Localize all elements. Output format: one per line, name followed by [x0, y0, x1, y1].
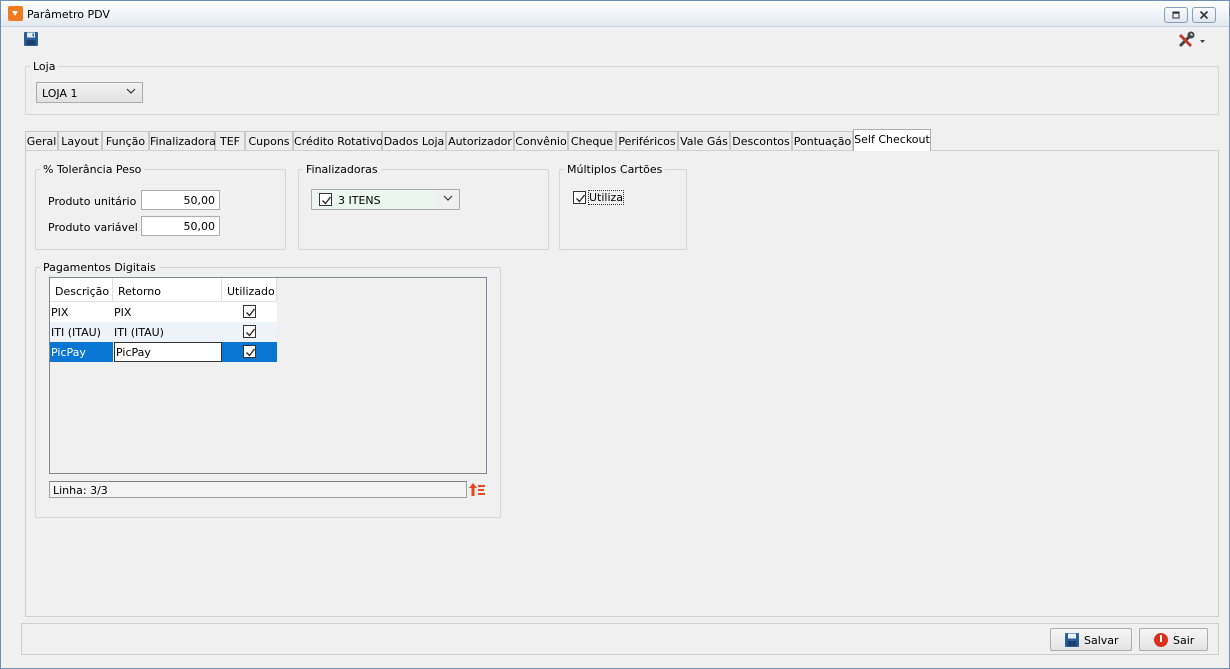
check-icon — [246, 348, 256, 357]
cell-retorno-editor[interactable]: PicPay — [114, 342, 222, 362]
close-button[interactable] — [1192, 7, 1216, 23]
tab-label: Convênio — [515, 135, 567, 148]
tab-funcao[interactable]: Função — [102, 131, 149, 150]
sair-button[interactable]: Sair — [1139, 628, 1208, 651]
tab-tef[interactable]: TEF — [215, 131, 245, 150]
close-icon — [1199, 10, 1209, 20]
cell-descricao[interactable]: PIX — [50, 302, 113, 322]
tab-label: Self Checkout — [854, 133, 930, 146]
produto-unitario-label: Produto unitário — [48, 195, 137, 208]
title-bar: Parâmetro PDV — [1, 1, 1229, 27]
tab-cheque[interactable]: Cheque — [568, 131, 616, 150]
produto-variavel-label: Produto variável — [48, 221, 138, 234]
restore-button[interactable] — [1164, 7, 1188, 23]
tools-icon[interactable] — [1177, 31, 1207, 49]
cell-utilizado[interactable] — [222, 322, 277, 342]
tab-label: TEF — [220, 135, 240, 148]
tab-label: Dados Loja — [383, 135, 445, 148]
chevron-down-icon — [443, 195, 453, 201]
tab-label: Autorizador — [448, 135, 512, 148]
tab-label: Crédito Rotativo — [294, 135, 383, 148]
utilizado-checkbox[interactable] — [243, 325, 256, 338]
save-icon[interactable] — [23, 31, 39, 47]
cell-retorno[interactable]: PIX — [113, 302, 222, 322]
tab-perifericos[interactable]: Periféricos — [616, 131, 678, 150]
loja-legend: Loja — [33, 60, 56, 73]
tab-convenio[interactable]: Convênio — [514, 131, 568, 150]
tab-label: Descontos — [732, 135, 790, 148]
utilizado-checkbox[interactable] — [243, 305, 256, 318]
tab-label: Função — [105, 135, 146, 148]
cell-descricao[interactable]: PicPay — [50, 342, 113, 362]
check-icon — [246, 308, 256, 317]
check-icon — [246, 328, 256, 337]
loja-group: Loja — [25, 60, 1219, 115]
footer-bar: Salvar Sair — [21, 623, 1219, 655]
tab-pontuacao[interactable]: Pontuação — [792, 131, 853, 150]
finalizadoras-checkbox[interactable] — [319, 193, 332, 206]
save-icon — [1065, 633, 1079, 647]
tolerancia-legend: % Tolerância Peso — [43, 163, 142, 176]
salvar-button[interactable]: Salvar — [1050, 628, 1132, 651]
table-row-selected[interactable]: PicPay PicPay — [50, 342, 277, 362]
column-header-descricao[interactable]: Descrição — [50, 278, 113, 302]
cell-utilizado[interactable] — [222, 342, 277, 362]
finalizadoras-legend: Finalizadoras — [306, 163, 378, 176]
tab-credito-rotativo[interactable]: Crédito Rotativo — [293, 131, 383, 150]
check-icon — [576, 194, 586, 203]
column-header-retorno[interactable]: Retorno — [113, 278, 222, 302]
sair-label: Sair — [1173, 634, 1195, 647]
finalizadoras-select-value: 3 ITENS — [338, 194, 381, 207]
restore-icon — [1172, 11, 1180, 19]
grid-status-bar: Linha: 3/3 — [49, 481, 467, 498]
column-header-utilizado[interactable]: Utilizado — [222, 278, 277, 302]
tab-dados-loja[interactable]: Dados Loja — [382, 131, 446, 150]
produto-unitario-input[interactable]: 50,00 — [141, 190, 220, 210]
multiplos-cartoes-legend: Múltiplos Cartões — [567, 163, 663, 176]
utiliza-checkbox[interactable] — [573, 191, 586, 204]
window-title: Parâmetro PDV — [27, 8, 110, 21]
tab-label: Cheque — [570, 135, 614, 148]
app-icon — [8, 6, 23, 21]
tab-label: Layout — [61, 135, 99, 148]
produto-variavel-input[interactable]: 50,00 — [141, 216, 220, 236]
table-row[interactable]: PIX PIX — [50, 302, 277, 322]
check-icon — [322, 196, 332, 205]
tab-self-checkout[interactable]: Self Checkout — [853, 129, 931, 151]
chevron-down-icon — [126, 88, 136, 94]
loja-select[interactable]: LOJA 1 — [36, 82, 143, 103]
utiliza-label[interactable]: Utiliza — [587, 190, 625, 205]
tab-label: Periféricos — [618, 135, 676, 148]
power-icon — [1154, 633, 1168, 647]
tab-finalizadora[interactable]: Finalizadora — [149, 131, 216, 150]
tab-label: Pontuação — [793, 135, 852, 148]
row-counter: Linha: 3/3 — [53, 484, 108, 497]
tab-label: Vale Gás — [680, 135, 728, 148]
tab-vale-gas[interactable]: Vale Gás — [678, 131, 730, 150]
cell-descricao[interactable]: ITI (ITAU) — [50, 322, 113, 342]
tab-geral[interactable]: Geral — [25, 131, 58, 150]
main-window: Parâmetro PDV Loja LOJA 1 Geral Layout F… — [0, 0, 1230, 669]
pagamentos-grid[interactable]: Descrição Retorno Utilizado PIX PIX ITI … — [49, 277, 487, 474]
tab-label: Cupons — [248, 135, 290, 148]
tab-cupons[interactable]: Cupons — [245, 131, 293, 150]
sort-order-icon[interactable] — [468, 481, 486, 498]
pagamentos-legend: Pagamentos Digitais — [43, 261, 156, 274]
table-row[interactable]: ITI (ITAU) ITI (ITAU) — [50, 322, 277, 342]
tab-label: Finalizadora — [150, 135, 216, 148]
finalizadoras-select[interactable]: 3 ITENS — [311, 189, 460, 210]
tab-autorizador[interactable]: Autorizador — [446, 131, 514, 150]
tab-label: Geral — [26, 135, 57, 148]
multiplos-cartoes-group: Múltiplos Cartões — [559, 163, 687, 250]
salvar-label: Salvar — [1084, 634, 1119, 647]
loja-select-value: LOJA 1 — [42, 87, 78, 100]
grid-header: Descrição Retorno Utilizado — [50, 278, 277, 302]
tab-descontos[interactable]: Descontos — [730, 131, 792, 150]
cell-utilizado[interactable] — [222, 302, 277, 322]
utilizado-checkbox[interactable] — [243, 345, 256, 358]
tab-layout[interactable]: Layout — [58, 131, 102, 150]
cell-retorno[interactable]: ITI (ITAU) — [113, 322, 222, 342]
